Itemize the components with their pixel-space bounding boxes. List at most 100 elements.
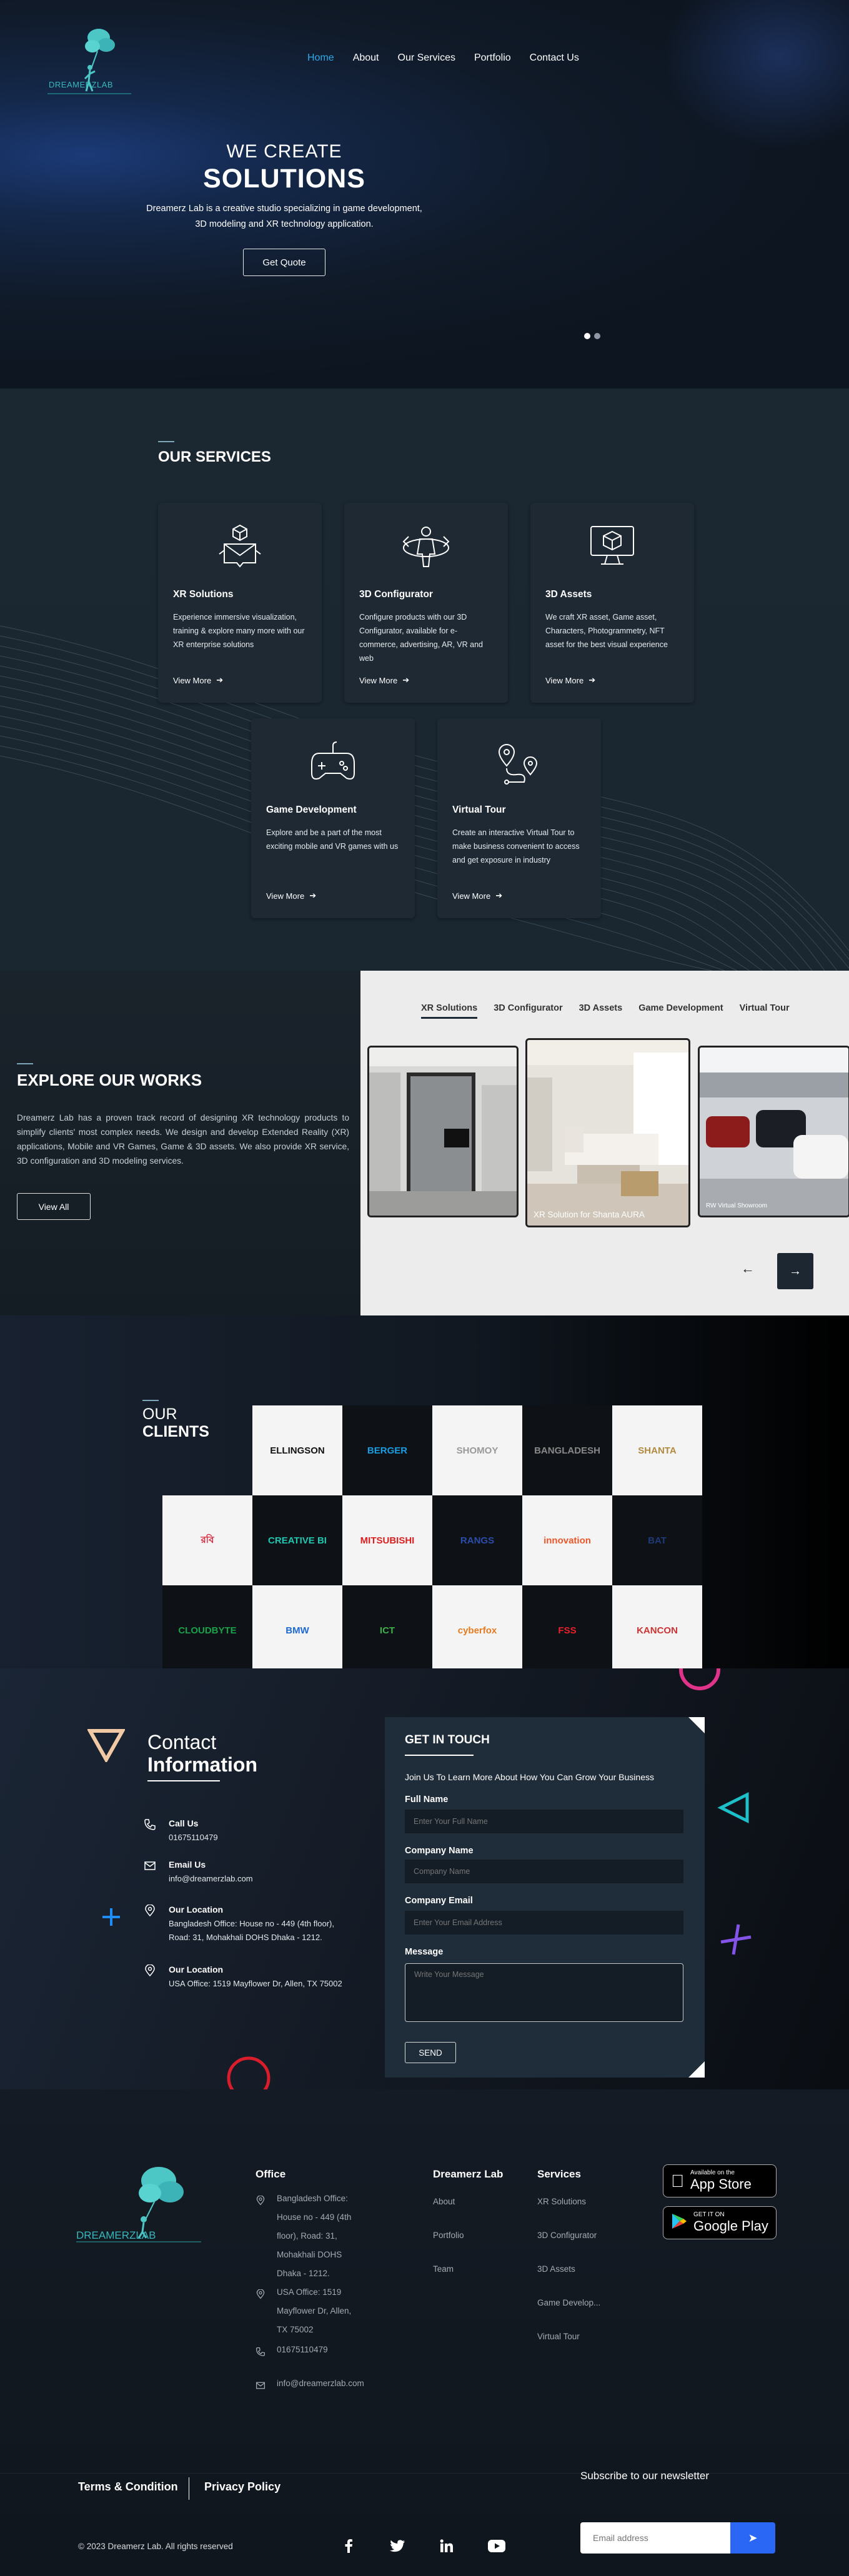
- hero-glow: [662, 0, 849, 150]
- send-button[interactable]: SEND: [405, 2042, 456, 2063]
- client-logo: SHOMOY: [432, 1405, 522, 1495]
- footer-link-assets[interactable]: 3D Assets: [537, 2260, 575, 2279]
- facebook-icon[interactable]: [339, 2537, 358, 2555]
- newsletter-submit-button[interactable]: ➤: [730, 2522, 775, 2554]
- logo[interactable]: DREAMERZLAB: [42, 19, 136, 100]
- terms-link[interactable]: Terms & Condition: [78, 2480, 178, 2494]
- arrow-left-button[interactable]: ←: [741, 1261, 755, 1277]
- footer-office-usa: USA Office: 1519 Mayflower Dr, Allen, TX…: [277, 2287, 352, 2334]
- slider-dot[interactable]: [594, 333, 600, 339]
- twitter-icon[interactable]: [388, 2537, 407, 2555]
- clients-section: OUR CLIENTS ELLINGSON BERGER SHOMOY BANGLAD…: [0, 1315, 849, 1675]
- newsletter-email-input[interactable]: [580, 2522, 730, 2554]
- get-quote-button[interactable]: Get Quote: [243, 249, 325, 276]
- store-big-label: App Store: [677, 2176, 752, 2192]
- section-accent: [142, 1400, 159, 1401]
- full-name-input[interactable]: [405, 1810, 683, 1833]
- company-name-input[interactable]: [405, 1860, 683, 1883]
- portfolio-card[interactable]: RW Virtual Showroom: [698, 1046, 849, 1217]
- nav-services[interactable]: Our Services: [398, 52, 455, 64]
- portfolio-card[interactable]: XR Solution for Shanta AURA: [525, 1038, 690, 1227]
- hero-description: Dreamerz Lab is a creative studio specia…: [146, 204, 422, 229]
- contact-phone: Call Us 01675110479: [144, 1818, 218, 1845]
- location-icon: [144, 1964, 157, 1991]
- view-all-button[interactable]: View All: [17, 1193, 91, 1220]
- footer-logo[interactable]: DREAMERZLAB: [76, 2162, 207, 2243]
- contact-email: Email Us info@dreamerzlab.com: [144, 1860, 253, 1886]
- nav-home[interactable]: Home: [307, 52, 334, 64]
- footer-link-xr[interactable]: XR Solutions: [537, 2192, 586, 2211]
- service-title: 3D Assets: [545, 589, 592, 600]
- footer-phone[interactable]: 01675110479: [277, 2341, 328, 2359]
- footer-link-about[interactable]: About: [433, 2192, 455, 2211]
- client-logo-name: ICT: [379, 1625, 395, 1636]
- works-description: Dreamerz Lab has a proven track record o…: [17, 1113, 349, 1166]
- google-play-button[interactable]: GET IT ON Google Play: [663, 2206, 777, 2239]
- view-more-link[interactable]: View More ➔: [266, 891, 316, 901]
- view-more-label: View More: [173, 675, 212, 685]
- services-footer-title: Services: [537, 2168, 581, 2180]
- client-logo-name: রবি: [201, 1534, 214, 1545]
- view-more-label: View More: [266, 891, 305, 901]
- contact-value[interactable]: info@dreamerzlab.com: [169, 1872, 253, 1886]
- newsletter-title: Subscribe to our newsletter: [580, 2470, 709, 2482]
- tab-3d-configurator[interactable]: 3D Configurator: [494, 1003, 562, 1019]
- service-title: 3D Configurator: [359, 589, 433, 600]
- section-accent: [17, 1063, 33, 1064]
- office-title: Office: [256, 2168, 286, 2180]
- view-more-link[interactable]: View More ➔: [545, 675, 595, 685]
- form-title-underline: [405, 1755, 474, 1756]
- service-card-tour: Virtual Tour Create an interactive Virtu…: [437, 718, 601, 918]
- service-card-xr: XR Solutions Experience immersive visual…: [158, 503, 322, 703]
- company-email-input[interactable]: [405, 1911, 683, 1934]
- contact-location-usa: Our Location USA Office: 1519 Mayflower D…: [144, 1964, 369, 1991]
- nav-portfolio[interactable]: Portfolio: [474, 52, 511, 64]
- footer-link-team[interactable]: Team: [433, 2260, 454, 2279]
- contact-form: GET IN TOUCH Join Us To Learn More About…: [385, 1717, 705, 2078]
- message-textarea[interactable]: [405, 1963, 683, 2022]
- contact-value[interactable]: 01675110479: [169, 1831, 218, 1845]
- apple-icon: : [671, 2171, 684, 2191]
- app-store-button[interactable]:  Available on theApp Store: [663, 2164, 777, 2197]
- hero-title: SOLUTIONS: [203, 164, 365, 194]
- privacy-link[interactable]: Privacy Policy: [204, 2480, 281, 2494]
- tab-game-development[interactable]: Game Development: [638, 1003, 723, 1019]
- client-logo-name: KANCON: [637, 1625, 678, 1636]
- footer-link-game[interactable]: Game Develop...: [537, 2294, 600, 2312]
- view-more-link[interactable]: View More ➔: [173, 675, 223, 685]
- tab-3d-assets[interactable]: 3D Assets: [579, 1003, 623, 1019]
- nav-contact[interactable]: Contact Us: [530, 52, 579, 64]
- client-logo: রবি: [162, 1495, 252, 1585]
- corner-decoration: [688, 1717, 705, 1733]
- triangle-decoration: [717, 1791, 749, 1824]
- slider-dot-active[interactable]: [584, 333, 590, 339]
- client-logo: BMW: [252, 1585, 342, 1675]
- client-logo-name: ELLINGSON: [270, 1445, 325, 1456]
- youtube-icon[interactable]: [487, 2537, 506, 2555]
- client-logo-name: MITSUBISHI: [360, 1535, 415, 1546]
- service-desc: We craft XR asset, Game asset, Character…: [545, 613, 668, 649]
- tab-virtual-tour[interactable]: Virtual Tour: [740, 1003, 790, 1019]
- service-desc: Explore and be a part of the most exciti…: [266, 828, 399, 851]
- footer-link-portfolio[interactable]: Portfolio: [433, 2226, 464, 2245]
- arrow-right-icon: ➔: [495, 891, 503, 900]
- view-more-link[interactable]: View More ➔: [452, 891, 502, 901]
- footer-link-configurator[interactable]: 3D Configurator: [537, 2226, 597, 2245]
- message-label: Message: [405, 1947, 444, 1957]
- title-underline: [147, 1780, 220, 1781]
- hero-subtitle: WE CREATE: [226, 141, 342, 162]
- works-section: EXPLORE OUR WORKS Dreamerz Lab has a pro…: [0, 971, 849, 1315]
- client-logo: KANCON: [612, 1585, 702, 1675]
- slider-dots: [584, 333, 600, 339]
- works-gallery: XR Solutions 3D Configurator 3D Assets G…: [360, 971, 849, 1315]
- logo-text: DREAMERZLAB: [76, 2229, 156, 2241]
- tab-xr-solutions[interactable]: XR Solutions: [421, 1003, 478, 1019]
- arrow-right-button[interactable]: →: [777, 1253, 813, 1289]
- footer-email[interactable]: info@dreamerzlab.com: [277, 2374, 364, 2393]
- portfolio-card[interactable]: [367, 1046, 519, 1217]
- linkedin-icon[interactable]: [437, 2537, 456, 2555]
- client-logo-name: innovation: [544, 1535, 591, 1546]
- footer-link-tour[interactable]: Virtual Tour: [537, 2327, 580, 2346]
- nav-about[interactable]: About: [353, 52, 379, 64]
- view-more-link[interactable]: View More ➔: [359, 675, 409, 685]
